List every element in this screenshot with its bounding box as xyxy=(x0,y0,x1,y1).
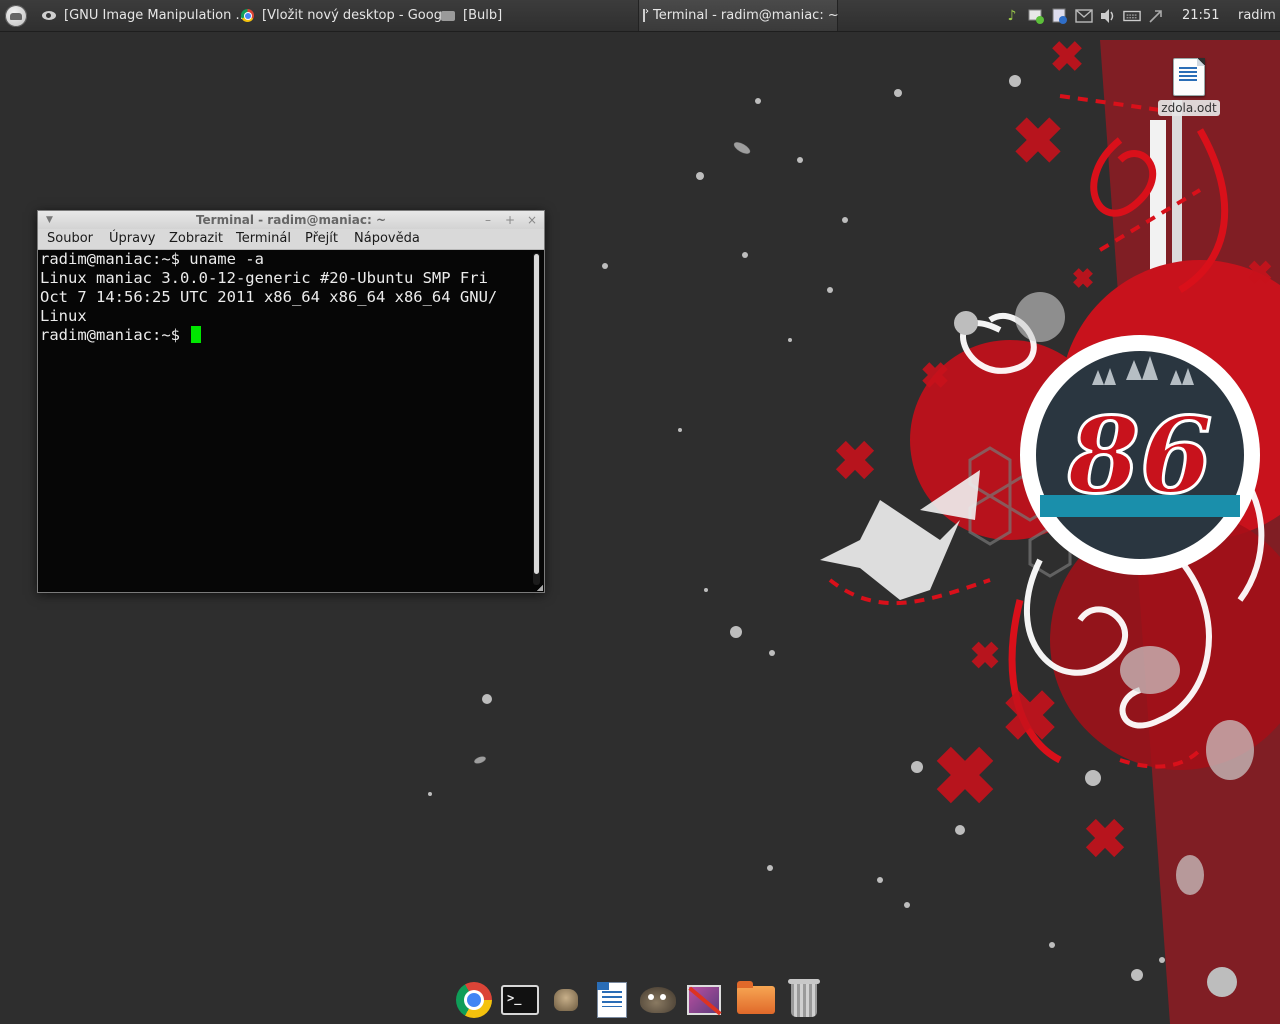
task-label: [Vložit nový desktop - Goog... xyxy=(262,8,455,23)
terminal-line: Oct 7 14:56:25 UTC 2011 x86_64 x86_64 x8… xyxy=(40,288,498,306)
gimp-eye-icon xyxy=(42,11,56,20)
dock-folder[interactable] xyxy=(736,980,776,1020)
user-menu[interactable]: radim xyxy=(1238,0,1276,31)
keyboard-icon[interactable] xyxy=(1123,7,1141,25)
minimize-button[interactable]: – xyxy=(481,211,495,229)
chrome-icon xyxy=(456,982,492,1018)
chrome-icon xyxy=(241,9,254,22)
task-button-bulb[interactable]: [Bulb] xyxy=(441,0,502,31)
terminal-scrollbar[interactable] xyxy=(533,253,540,585)
task-button-gimp[interactable]: [GNU Image Manipulation ... xyxy=(42,0,248,31)
terminal-window[interactable]: ▼ Terminal - radim@maniac: ~ – + × Soubo… xyxy=(37,210,545,593)
dock-terminal[interactable] xyxy=(500,980,540,1020)
terminal-output[interactable]: radim@maniac:~$ uname -a Linux maniac 3.0… xyxy=(40,250,530,590)
terminal-menubar: Soubor Úpravy Zobrazit Terminál Přejít N… xyxy=(38,229,544,250)
maximize-button[interactable]: + xyxy=(503,211,517,229)
desktop-file-zdola-odt[interactable]: zdola.odt xyxy=(1156,58,1222,116)
terminal-prompt-line: radim@maniac:~$ xyxy=(40,326,530,345)
trash-icon xyxy=(788,979,820,1017)
terminal-line: Linux xyxy=(40,307,87,325)
bulb-window-icon xyxy=(441,10,455,21)
task-button-chrome[interactable]: [Vložit nový desktop - Goog... xyxy=(241,0,454,31)
dock-bug[interactable] xyxy=(546,980,586,1020)
bluetooth-icon[interactable] xyxy=(1147,7,1165,25)
dock-trash[interactable] xyxy=(784,979,824,1020)
terminal-line: radim@maniac:~$ uname -a xyxy=(40,250,264,268)
bug-icon xyxy=(554,989,578,1011)
application-menu-button[interactable] xyxy=(2,0,30,31)
window-titlebar[interactable]: ▼ Terminal - radim@maniac: ~ – + × xyxy=(38,211,544,229)
dock-writer[interactable] xyxy=(592,980,632,1020)
terminal-icon xyxy=(643,6,649,22)
close-button[interactable]: × xyxy=(525,211,539,229)
volume-icon[interactable] xyxy=(1099,7,1117,25)
menu-napoveda[interactable]: Nápověda xyxy=(354,230,420,248)
window-menu-icon[interactable]: ▼ xyxy=(46,211,53,229)
mail-icon[interactable] xyxy=(1075,7,1093,25)
terminal-icon xyxy=(501,985,539,1015)
menu-soubor[interactable]: Soubor xyxy=(47,230,93,248)
menu-prejit[interactable]: Přejít xyxy=(305,230,338,248)
dock xyxy=(452,976,830,1024)
scrollbar-thumb[interactable] xyxy=(534,254,539,574)
task-button-terminal[interactable]: Terminal - radim@maniac: ~ xyxy=(638,0,839,31)
settings-icon xyxy=(687,985,721,1015)
terminal-cursor xyxy=(191,326,202,343)
task-label: [Bulb] xyxy=(463,8,503,23)
app-menu-icon xyxy=(5,4,27,27)
gimp-icon xyxy=(640,987,676,1013)
network-icon[interactable] xyxy=(1027,7,1045,25)
writer-icon xyxy=(597,982,627,1018)
folder-icon xyxy=(737,981,775,1014)
terminal-line: Linux maniac 3.0.0-12-generic #20-Ubuntu… xyxy=(40,269,488,287)
menu-zobrazit[interactable]: Zobrazit xyxy=(169,230,223,248)
menu-terminal[interactable]: Terminál xyxy=(236,230,291,248)
top-panel: [GNU Image Manipulation ... [Vložit nový… xyxy=(0,0,1280,32)
music-note-icon[interactable]: ♪ xyxy=(1003,7,1021,25)
dock-gimp[interactable] xyxy=(638,980,678,1020)
task-label: Terminal - radim@maniac: ~ xyxy=(653,8,839,23)
update-manager-icon[interactable] xyxy=(1051,7,1069,25)
desktop-icon-label: zdola.odt xyxy=(1158,100,1220,116)
terminal-prompt: radim@maniac:~$ xyxy=(40,326,190,344)
resize-grip[interactable] xyxy=(537,585,543,591)
dock-settings[interactable] xyxy=(684,980,724,1020)
clock[interactable]: 21:51 xyxy=(1182,0,1219,31)
svg-text:86: 86 xyxy=(1067,394,1213,517)
window-title: Terminal - radim@maniac: ~ xyxy=(195,213,387,227)
menu-upravy[interactable]: Úpravy xyxy=(109,230,155,248)
dock-chrome[interactable] xyxy=(454,980,494,1020)
system-tray: ♪ xyxy=(1000,0,1168,31)
task-label: [GNU Image Manipulation ... xyxy=(64,8,248,23)
odt-document-icon xyxy=(1173,58,1205,96)
